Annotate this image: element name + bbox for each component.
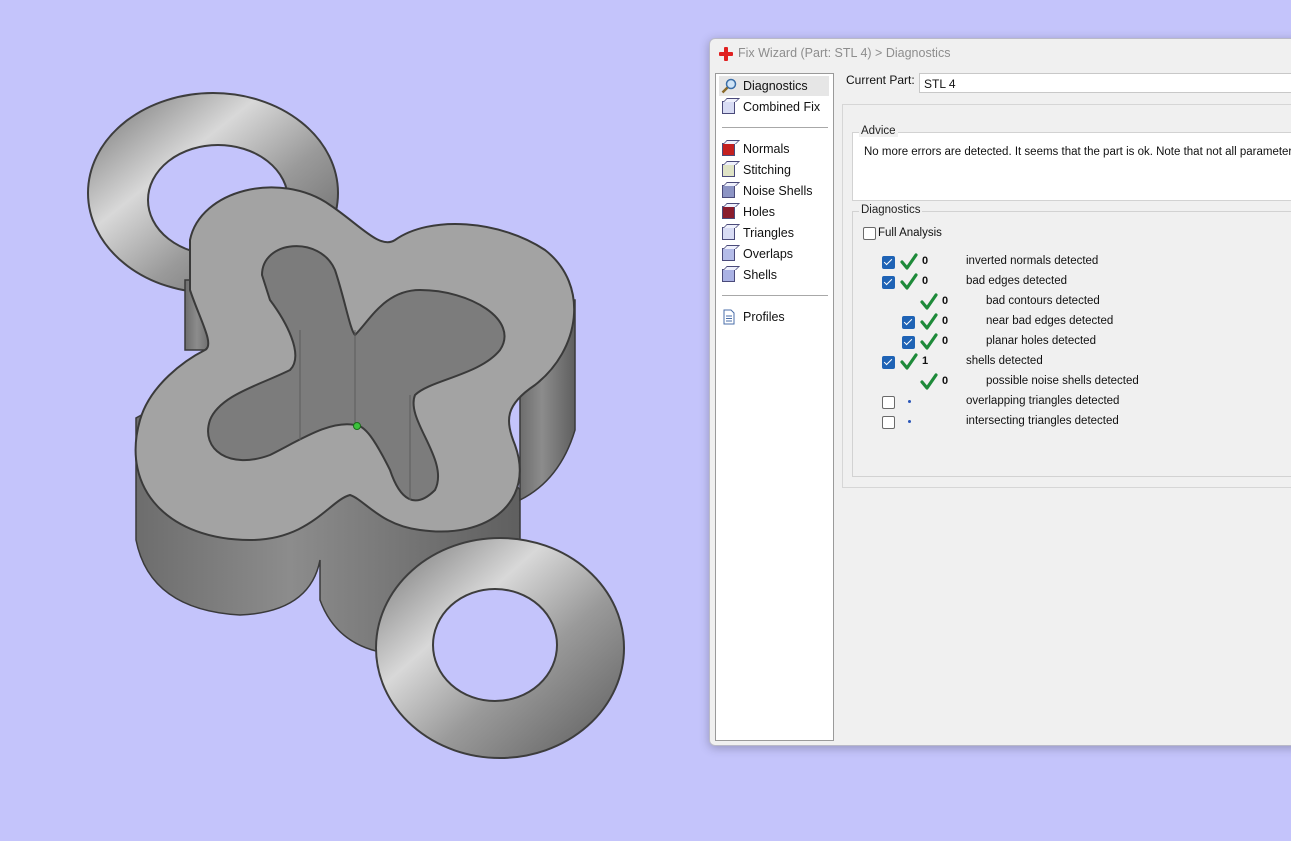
diagnostic-count: 0 bbox=[942, 375, 949, 387]
document-icon bbox=[721, 309, 737, 325]
cube-hole-icon bbox=[721, 204, 737, 220]
shell-cube-icon bbox=[721, 267, 737, 283]
pivot-point-marker bbox=[353, 422, 361, 430]
diagnostics-title: Diagnostics bbox=[859, 204, 923, 216]
green-check-icon bbox=[900, 253, 918, 271]
nav-label: Overlaps bbox=[743, 247, 794, 261]
nav-divider bbox=[722, 127, 828, 128]
red-cross-app-icon bbox=[719, 47, 733, 61]
triangle-cube-icon bbox=[721, 225, 737, 241]
diagnostic-row: 0 planar holes detected bbox=[853, 332, 1291, 352]
advice-text: No more errors are detected. It seems th… bbox=[864, 146, 1291, 158]
green-check-icon bbox=[920, 313, 938, 331]
nav-item-stitching[interactable]: Stitching bbox=[719, 160, 829, 180]
diagnostic-row: 0 bad contours detected bbox=[853, 292, 1291, 312]
nav-item-triangles[interactable]: Triangles bbox=[719, 223, 829, 243]
diagnostic-row: 0 near bad edges detected bbox=[853, 312, 1291, 332]
full-analysis-checkbox[interactable] bbox=[863, 227, 876, 240]
pending-dot-icon bbox=[908, 420, 911, 423]
nav-label: Diagnostics bbox=[743, 79, 808, 93]
dotted-cube-icon bbox=[721, 183, 737, 199]
green-check-icon bbox=[920, 333, 938, 351]
diagnostic-row: intersecting triangles detected bbox=[853, 412, 1291, 432]
diagnostics-group: Diagnostics Full Analysis 0 inverted norm… bbox=[852, 204, 1291, 477]
nav-item-combined-fix[interactable]: Combined Fix bbox=[719, 97, 829, 117]
nav-item-overlaps[interactable]: Overlaps bbox=[719, 244, 829, 264]
diagnostic-row: 1 shells detected bbox=[853, 352, 1291, 372]
diagnostic-count: 0 bbox=[942, 315, 949, 327]
diagnostic-label: overlapping triangles detected bbox=[966, 395, 1120, 407]
diagnostic-label: bad edges detected bbox=[966, 275, 1068, 287]
cube-icon bbox=[721, 99, 737, 115]
model-render bbox=[87, 92, 625, 759]
diagnostic-count: 1 bbox=[922, 355, 929, 367]
diagnostic-checkbox[interactable] bbox=[902, 336, 915, 349]
diagnostic-checkbox[interactable] bbox=[902, 316, 915, 329]
pending-dot-icon bbox=[908, 400, 911, 403]
nav-label: Triangles bbox=[743, 226, 794, 240]
overlap-cube-icon bbox=[721, 246, 737, 262]
lower-torus bbox=[375, 537, 625, 759]
green-check-icon bbox=[900, 353, 918, 371]
title-bar[interactable]: Fix Wizard (Part: STL 4) > Diagnostics bbox=[710, 39, 1291, 69]
nav-label: Shells bbox=[743, 268, 778, 282]
nav-label: Combined Fix bbox=[743, 100, 821, 114]
green-check-icon bbox=[900, 273, 918, 291]
diagnostic-row: 0 possible noise shells detected bbox=[853, 372, 1291, 392]
advice-group: Advice No more errors are detected. It s… bbox=[852, 125, 1291, 201]
nav-label: Stitching bbox=[743, 163, 791, 177]
diagnostic-label: near bad edges detected bbox=[986, 315, 1114, 327]
nav-label: Holes bbox=[743, 205, 775, 219]
cube-stitch-icon bbox=[721, 162, 737, 178]
green-check-icon bbox=[920, 373, 938, 391]
diagnostic-label: shells detected bbox=[966, 355, 1043, 367]
wizard-nav-panel: Diagnostics Combined Fix Normals Stitchi… bbox=[715, 73, 834, 741]
diagnostic-row: 0 inverted normals detected bbox=[853, 252, 1291, 272]
diagnostic-checkbox[interactable] bbox=[882, 416, 895, 429]
window-title: Fix Wizard (Part: STL 4) > Diagnostics bbox=[738, 46, 951, 60]
diagnostic-row: overlapping triangles detected bbox=[853, 392, 1291, 412]
diagnostic-row: 0 bad edges detected bbox=[853, 272, 1291, 292]
nav-item-noise-shells[interactable]: Noise Shells bbox=[719, 181, 829, 201]
diagnostic-count: 0 bbox=[942, 335, 949, 347]
diagnostics-page: Advice No more errors are detected. It s… bbox=[842, 104, 1291, 488]
diagnostic-label: inverted normals detected bbox=[966, 255, 1099, 267]
cube-red-face-icon bbox=[721, 141, 737, 157]
diagnostic-count: 0 bbox=[922, 255, 929, 267]
current-part-label: Current Part: bbox=[846, 73, 915, 87]
diagnostic-label: intersecting triangles detected bbox=[966, 415, 1119, 427]
nav-divider bbox=[722, 295, 828, 296]
diagnostic-checkbox[interactable] bbox=[882, 396, 895, 409]
nav-item-normals[interactable]: Normals bbox=[719, 139, 829, 159]
full-analysis-label: Full Analysis bbox=[878, 227, 942, 239]
current-part-field[interactable]: STL 4 bbox=[919, 73, 1291, 93]
nav-label: Noise Shells bbox=[743, 184, 813, 198]
3d-viewport[interactable] bbox=[0, 0, 700, 836]
diagnostic-label: planar holes detected bbox=[986, 335, 1096, 347]
diagnostic-checkbox[interactable] bbox=[882, 276, 895, 289]
green-check-icon bbox=[920, 293, 938, 311]
diagnostic-label: possible noise shells detected bbox=[986, 375, 1139, 387]
fix-wizard-window: Fix Wizard (Part: STL 4) > Diagnostics D… bbox=[709, 38, 1291, 746]
diagnostic-count: 0 bbox=[922, 275, 929, 287]
diagnostic-count: 0 bbox=[942, 295, 949, 307]
nav-item-shells[interactable]: Shells bbox=[719, 265, 829, 285]
diagnostic-checkbox[interactable] bbox=[882, 356, 895, 369]
diagnostic-checkbox[interactable] bbox=[882, 256, 895, 269]
nav-label: Normals bbox=[743, 142, 790, 156]
nav-item-diagnostics[interactable]: Diagnostics bbox=[719, 76, 829, 96]
nav-label: Profiles bbox=[743, 310, 785, 324]
nav-item-profiles[interactable]: Profiles bbox=[719, 307, 829, 327]
magnifier-icon bbox=[721, 78, 737, 94]
nav-item-holes[interactable]: Holes bbox=[719, 202, 829, 222]
advice-title: Advice bbox=[859, 125, 898, 137]
diagnostic-label: bad contours detected bbox=[986, 295, 1100, 307]
